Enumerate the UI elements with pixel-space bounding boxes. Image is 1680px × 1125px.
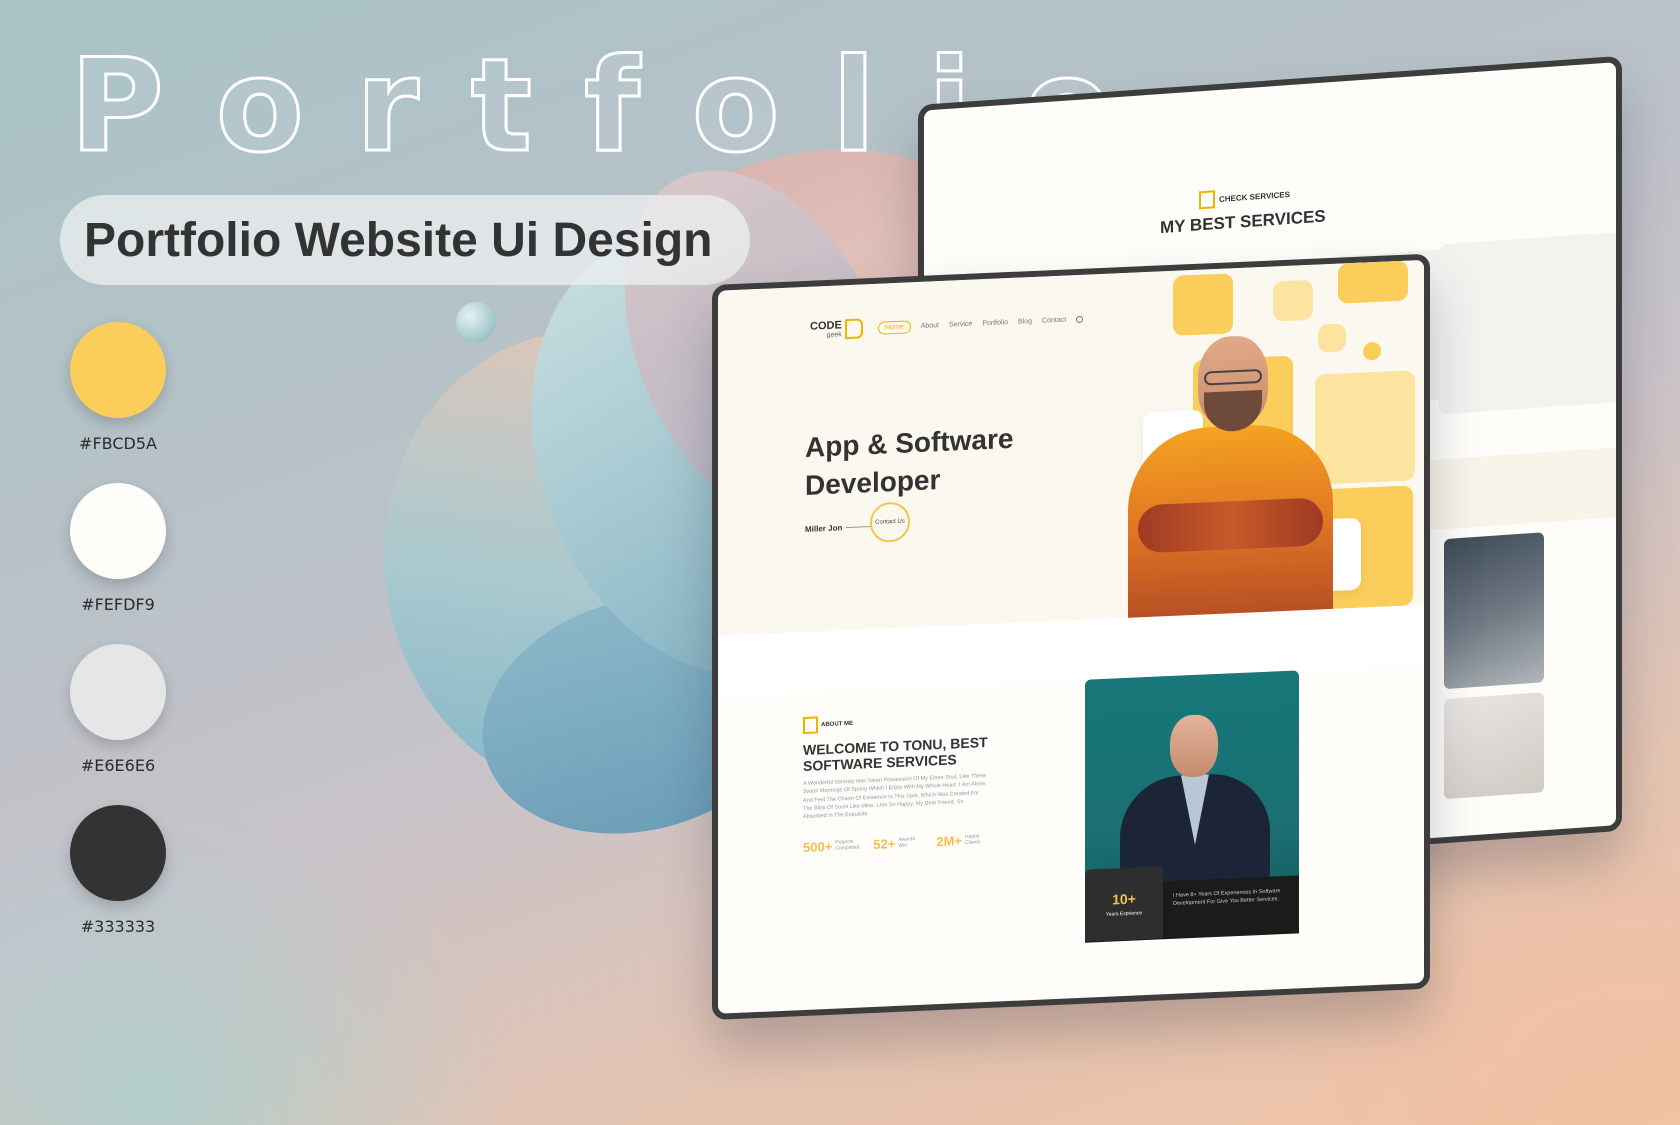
glasses-icon xyxy=(1204,368,1262,386)
experience-value: 10+ xyxy=(1112,890,1136,908)
stat-label: Projects Completed xyxy=(835,838,860,852)
swatch-yellow xyxy=(70,322,166,418)
service-card-partial xyxy=(1439,231,1619,415)
stat-value: 52+ xyxy=(873,835,896,852)
stat-label: Awards Win xyxy=(898,836,915,849)
decor-orb xyxy=(456,302,496,342)
stat-clients: 2M+ Happy Clients xyxy=(936,832,991,849)
nav-service[interactable]: Service xyxy=(949,321,972,329)
laptop-photo xyxy=(1444,532,1544,690)
stat-value: 500+ xyxy=(803,838,833,856)
experience-label: Years Exprience xyxy=(1105,910,1143,918)
about-tag: ABOUT ME xyxy=(803,715,853,735)
decor-tile xyxy=(1173,273,1233,336)
swatch-cream xyxy=(70,483,166,579)
swatch-label-cream: #FEFDF9 xyxy=(81,595,155,614)
swatch-dark xyxy=(70,805,166,901)
mouse-photo xyxy=(1444,692,1544,800)
decor-tile xyxy=(1273,279,1313,322)
subtitle-text: Portfolio Website Ui Design xyxy=(84,213,713,267)
stat-projects: 500+ Projects Completed xyxy=(803,837,861,855)
swatch-label-dark: #333333 xyxy=(80,917,156,936)
nav-about[interactable]: About xyxy=(921,322,939,330)
site-logo[interactable]: CODE geek xyxy=(810,318,863,340)
about-tag-label: ABOUT ME xyxy=(821,720,853,728)
stat-value: 2M+ xyxy=(936,833,963,850)
stat-awards: 52+ Awards Win xyxy=(873,835,924,852)
logo-bracket-icon xyxy=(844,318,863,340)
tag-bracket-icon xyxy=(803,716,818,735)
services-tag-label: CHECK SERVICES xyxy=(1219,189,1290,204)
hero-portrait xyxy=(1128,332,1333,631)
services-tag: CHECK SERVICES xyxy=(1199,185,1290,210)
swatch-label-yellow: #FBCD5A xyxy=(79,434,157,453)
about-paragraph: A Wonderful Serenity Has Taken Possessio… xyxy=(803,773,987,821)
decor-tile xyxy=(1338,260,1408,304)
logo-subtext: geek xyxy=(826,331,842,339)
home-screen-mockup: CODE geek Home About Service Portfolio B… xyxy=(712,253,1430,1021)
experience-badge: 10+ Years Exprience xyxy=(1085,866,1163,942)
swatch-light-gray xyxy=(70,644,166,740)
nav-blog[interactable]: Blog xyxy=(1018,318,1032,326)
hero-title: App & Software Developer xyxy=(805,420,1013,505)
nav-portfolio[interactable]: Portfolio xyxy=(982,319,1008,327)
owner-name: Miller Jon xyxy=(805,523,843,534)
nav-contact[interactable]: Contact xyxy=(1042,317,1066,325)
services-title: MY BEST SERVICES xyxy=(1160,206,1326,238)
subtitle-pill: Portfolio Website Ui Design xyxy=(60,195,750,285)
nav-home[interactable]: Home xyxy=(878,320,911,335)
stat-label: Happy Clients xyxy=(965,833,981,846)
about-title: WELCOME TO TONU, BEST SOFTWARE SERVICES xyxy=(803,734,988,774)
search-icon[interactable] xyxy=(1076,315,1084,324)
stats-row: 500+ Projects Completed 52+ Awards Win 2M+… xyxy=(803,832,991,855)
tag-bracket-icon xyxy=(1199,190,1215,210)
swatch-label-light-gray: #E6E6E6 xyxy=(80,756,156,775)
